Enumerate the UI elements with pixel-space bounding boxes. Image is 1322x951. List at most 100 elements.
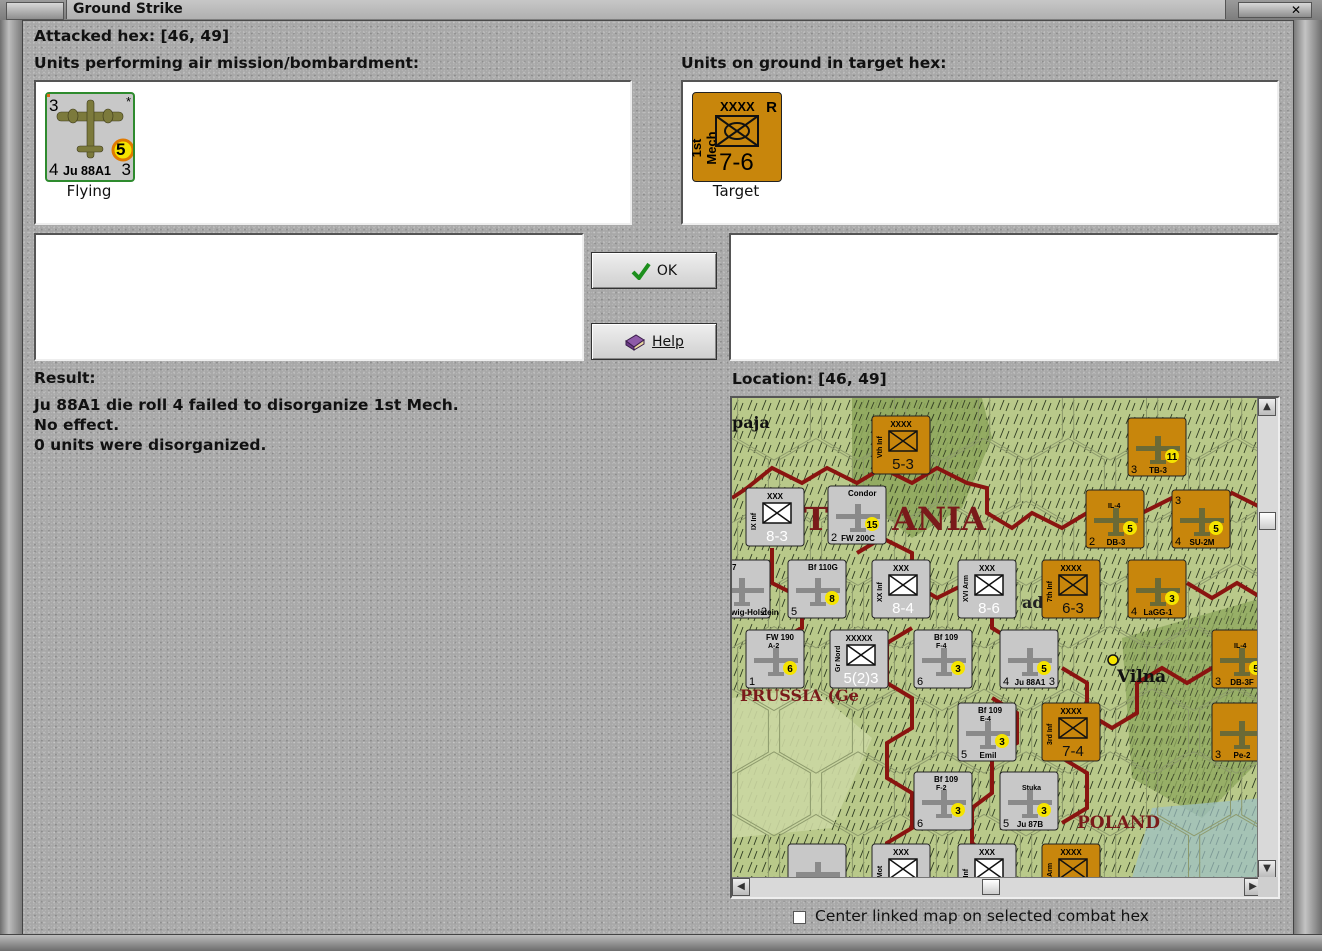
air-defense-value: 4 bbox=[49, 160, 59, 179]
counter-size-label: XXX bbox=[893, 848, 910, 857]
counter-unit-name: XVI Arm bbox=[963, 575, 970, 602]
map-horizontal-scrollbar[interactable]: ◀ ▶ bbox=[732, 877, 1262, 897]
counter-left-value: 5 bbox=[1003, 818, 1009, 830]
close-button[interactable]: ✕ bbox=[1238, 2, 1312, 18]
air-units-panel: 3 * 5 4 Ju 88A1 3 Flying bbox=[34, 80, 632, 225]
scroll-up-icon[interactable]: ▲ bbox=[1258, 398, 1276, 416]
map-ground-counter[interactable]: XXXX 11 Arm bbox=[1041, 843, 1101, 878]
horizontal-scroll-thumb[interactable] bbox=[982, 879, 1000, 895]
counter-left-value: 6 bbox=[917, 676, 923, 688]
window-frame-bottom bbox=[0, 934, 1322, 951]
counter-strength: 8-3 bbox=[766, 528, 788, 545]
counter-strength: 7-4 bbox=[1062, 743, 1084, 760]
map-air-counter[interactable]: Bf 110G 8 5 bbox=[787, 559, 847, 619]
counter-type-label: Bf 109 bbox=[978, 706, 1003, 715]
result-line: 0 units were disorganized. bbox=[34, 436, 267, 454]
map-ground-counter[interactable]: XXXX Vth Inf 5-3 bbox=[871, 415, 931, 475]
air-attack-value: 3 bbox=[49, 96, 59, 115]
counter-aircraft-name: LaGG-1 bbox=[1144, 608, 1173, 617]
help-button[interactable]: Help bbox=[591, 323, 717, 360]
counter-unit-name: Vth Inf bbox=[877, 436, 884, 458]
map-ground-counter[interactable]: XXX IX Inf 8-3 bbox=[745, 487, 805, 547]
vertical-scroll-thumb[interactable] bbox=[1259, 512, 1276, 530]
hex-map[interactable]: paja T ANIA Vilna PRUSSIA (Ge POLAND adr… bbox=[732, 398, 1262, 878]
result-line: No effect. bbox=[34, 416, 120, 434]
counter-badge: 5 bbox=[1213, 524, 1219, 535]
map-ground-counter[interactable]: XXX XX Inf 8-4 bbox=[871, 559, 931, 619]
counter-left-value: 4 bbox=[1131, 606, 1137, 618]
counter-left-value: 3 bbox=[1215, 749, 1221, 761]
map-ground-counter[interactable]: XXXX 7th Inf 6-3 bbox=[1041, 559, 1101, 619]
counter-size-label: XXXX bbox=[890, 420, 912, 429]
map-ground-counter[interactable]: XXXXX Gr Nord5(2)3 bbox=[829, 629, 889, 689]
counter-type-label: Bf 110G bbox=[808, 563, 838, 572]
air-results-panel bbox=[34, 233, 584, 361]
counter-top-value: 3 bbox=[1175, 495, 1181, 507]
map-air-counter[interactable]: Bf 109F-436 bbox=[913, 629, 973, 689]
counter-aircraft-name: Ju 88A1 bbox=[1015, 678, 1046, 687]
counter-aircraft-name: DB-3F bbox=[1230, 678, 1254, 687]
air-mission-badge: 5 bbox=[116, 140, 126, 159]
city-marker-icon bbox=[1107, 654, 1119, 666]
counter-left-value: 2 bbox=[831, 532, 837, 544]
map-air-counter[interactable]: IL-453 DB-3F bbox=[1211, 629, 1262, 689]
counter-strength: 5(2)3 bbox=[843, 670, 878, 687]
linked-map[interactable]: paja T ANIA Vilna PRUSSIA (Ge POLAND adr… bbox=[730, 396, 1280, 899]
map-label-vilna: Vilna bbox=[1116, 667, 1166, 687]
map-air-counter[interactable]: 11 3 TB-3 bbox=[1127, 417, 1187, 477]
map-air-counter[interactable]: 3 4 LaGG-1 bbox=[1127, 559, 1187, 619]
map-ground-counter[interactable]: XXXIV Inf bbox=[957, 843, 1017, 878]
map-air-counter[interactable]: 5 4 3 SU-2M bbox=[1171, 489, 1231, 549]
location-label: Location: [46, 49] bbox=[732, 370, 887, 388]
map-air-counter[interactable]: Stuka35 Ju 87B bbox=[999, 771, 1059, 831]
map-air-counter[interactable]: 5 4 3Ju 88A1 bbox=[999, 629, 1059, 689]
center-map-checkbox[interactable] bbox=[793, 911, 806, 924]
map-ground-counter[interactable]: XXX XVI Arm 8-6 bbox=[957, 559, 1017, 619]
map-air-counter[interactable]: Condor 15 2 FW 200C bbox=[827, 485, 887, 545]
ok-button[interactable]: OK bbox=[591, 252, 717, 289]
map-ground-counter[interactable]: XXXIII Mot bbox=[871, 843, 931, 878]
counter-badge: 15 bbox=[866, 520, 878, 531]
window-frame-left bbox=[0, 20, 23, 934]
counter-size-label: XXXXX bbox=[846, 634, 873, 643]
counter-aircraft-name: SU-2M bbox=[1190, 538, 1215, 547]
map-vertical-scrollbar[interactable]: ▲ ▼ bbox=[1257, 398, 1278, 878]
system-menu-button[interactable] bbox=[6, 2, 64, 20]
ok-button-label: OK bbox=[656, 262, 678, 279]
counter-badge: 11 bbox=[1167, 452, 1178, 463]
unit-symbol-icon bbox=[762, 502, 792, 524]
attacked-hex-label: Attacked hex: [46, 49] bbox=[34, 27, 230, 45]
center-map-checkbox-label[interactable]: Center linked map on selected combat hex bbox=[815, 907, 1149, 925]
counter-left-value: 4 bbox=[1003, 676, 1009, 688]
counter-badge: 5 bbox=[1041, 664, 1047, 675]
map-air-counter[interactable]: Bf 109E-435 Emil bbox=[957, 702, 1017, 762]
map-air-counter[interactable]: 3 Pe-2 bbox=[1211, 702, 1262, 762]
ground-unit-counter[interactable]: XXXX R 1st Mech 7-6 bbox=[689, 92, 782, 182]
window-title: Ground Strike bbox=[66, 0, 1226, 19]
counter-unit-name: 11 Arm bbox=[1047, 863, 1054, 878]
unit-symbol-icon bbox=[974, 858, 1004, 878]
scroll-down-icon[interactable]: ▼ bbox=[1258, 860, 1276, 878]
air-unit-status: Flying bbox=[66, 182, 112, 200]
map-air-counter[interactable]: IL-452 DB-3 bbox=[1085, 489, 1145, 549]
counter-badge: 3 bbox=[1169, 594, 1175, 605]
ground-unit-size: XXXX bbox=[720, 99, 755, 114]
map-air-counter[interactable]: 32Stuka bbox=[787, 843, 847, 878]
counter-left-value: 3 bbox=[1131, 464, 1137, 476]
counter-type-label: FW 190 bbox=[766, 633, 795, 642]
counter-unit-name: XX Inf bbox=[877, 581, 884, 602]
air-unit-counter[interactable]: 3 * 5 4 Ju 88A1 3 bbox=[45, 92, 135, 182]
map-ground-counter[interactable]: XXXX 3rd Inf 7-4 bbox=[1041, 702, 1101, 762]
map-label-prussia: PRUSSIA (Ge bbox=[740, 686, 859, 705]
map-air-counter[interactable]: FW 190A-261 bbox=[745, 629, 805, 689]
scroll-left-icon[interactable]: ◀ bbox=[732, 878, 750, 896]
counter-unit-name: Gr Nord bbox=[835, 646, 842, 672]
ground-unit-strength: 7-6 bbox=[719, 149, 754, 176]
map-air-counter[interactable]: Bf 109F-236 bbox=[913, 771, 973, 831]
counter-size-label: XXX bbox=[767, 492, 784, 501]
counter-type-label: Bf 109 bbox=[934, 633, 959, 642]
air-range-value: 3 bbox=[121, 160, 131, 179]
map-label-region: ANIA bbox=[891, 500, 987, 538]
close-icon: ✕ bbox=[1290, 3, 1301, 17]
counter-unit-name: IX Inf bbox=[751, 512, 758, 530]
